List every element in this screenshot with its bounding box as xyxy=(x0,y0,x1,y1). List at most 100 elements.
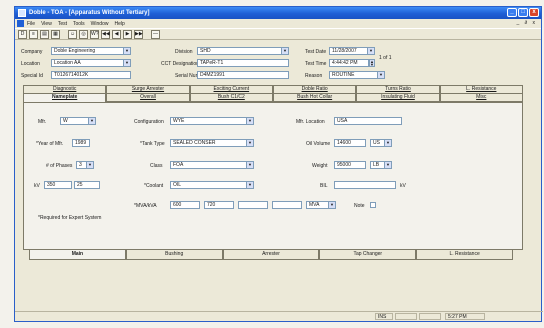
phases-dropdown[interactable]: 3 ▼ xyxy=(76,161,94,169)
tank-type-dropdown[interactable]: SEALED CONSER ▼ xyxy=(170,139,254,147)
tab-insulating-fluid[interactable]: Insulating Fluid xyxy=(356,93,440,102)
class-dropdown[interactable]: FOA ▼ xyxy=(170,161,254,169)
bil-field[interactable] xyxy=(334,181,396,189)
tab-main[interactable]: Main xyxy=(29,250,126,260)
menu-help[interactable]: Help xyxy=(114,21,124,27)
time-spinner[interactable]: ▲ ▼ xyxy=(369,59,375,67)
chevron-down-icon[interactable]: ▼ xyxy=(384,162,391,168)
oil-volume-unit-dropdown[interactable]: US ▼ xyxy=(370,139,392,147)
chevron-down-icon[interactable]: ▼ xyxy=(367,48,374,54)
menu-window[interactable]: Window xyxy=(91,21,109,27)
configuration-value: WYE xyxy=(173,118,185,124)
tab-l-resistance[interactable]: L. Resistance xyxy=(439,85,523,93)
window-controls: _ □ x xyxy=(507,8,539,17)
mdi-controls[interactable]: _ ∂ x xyxy=(516,20,537,26)
division-dropdown[interactable]: SHD ▼ xyxy=(197,47,289,55)
next-record-icon[interactable]: ▶ xyxy=(123,29,132,39)
chevron-down-icon[interactable]: ▼ xyxy=(377,72,384,78)
target-icon[interactable]: ◎ xyxy=(79,29,88,39)
location-dropdown[interactable]: Location AA ▼ xyxy=(51,59,131,67)
maximize-button[interactable]: □ xyxy=(518,8,528,17)
configuration-dropdown[interactable]: WYE ▼ xyxy=(170,117,254,125)
menu-view[interactable]: View xyxy=(41,21,52,27)
mva-unit-dropdown[interactable]: MVA ▼ xyxy=(306,201,336,209)
tab-diagnostic[interactable]: Diagnostic xyxy=(23,85,107,93)
tab-surge-arrester[interactable]: Surge Arrester xyxy=(106,85,190,93)
weight-unit: LB xyxy=(373,162,380,168)
tab-l-resistance-bottom[interactable]: L. Resistance xyxy=(416,250,513,260)
chevron-down-icon[interactable]: ▼ xyxy=(88,118,95,124)
chevron-down-icon[interactable]: ▼ xyxy=(246,118,253,124)
delete-icon[interactable]: — xyxy=(151,29,160,39)
menu-test[interactable]: Test xyxy=(58,21,67,27)
kv-field-1[interactable]: 350 xyxy=(44,181,72,189)
title-bar[interactable]: Doble - TOA - [Apparatus Without Tertiar… xyxy=(15,7,541,19)
minimize-button[interactable]: _ xyxy=(507,8,517,17)
coolant-dropdown[interactable]: OIL ▼ xyxy=(170,181,254,189)
special-id-field[interactable]: T0126714012K xyxy=(51,71,131,79)
new-icon[interactable]: D xyxy=(18,29,27,39)
help-icon[interactable]: W? xyxy=(90,29,99,39)
mva-field-4[interactable] xyxy=(272,201,302,209)
chevron-down-icon[interactable]: ▼ xyxy=(281,48,288,54)
user-icon[interactable]: ☺ xyxy=(68,29,77,39)
division-value: SHD xyxy=(200,48,211,54)
chevron-down-icon[interactable]: ▼ xyxy=(246,140,253,146)
menu-file[interactable]: File xyxy=(27,21,35,27)
mfr-value: W xyxy=(63,118,68,124)
reason-dropdown[interactable]: ROUTINE ▼ xyxy=(329,71,385,79)
chevron-down-icon[interactable]: ▼ xyxy=(123,48,130,54)
chevron-down-icon[interactable]: ▼ xyxy=(246,162,253,168)
mfr-dropdown[interactable]: W ▼ xyxy=(60,117,96,125)
mva-field-2[interactable]: 720 xyxy=(204,201,234,209)
cct-designation-field[interactable]: TAPeR-T1 xyxy=(197,59,289,67)
note-checkbox[interactable] xyxy=(370,202,376,208)
tab-exciting-current[interactable]: Exciting Current xyxy=(189,85,273,93)
note-label: Note xyxy=(354,203,365,209)
print-icon[interactable]: ▦ xyxy=(51,29,60,39)
chevron-down-icon[interactable]: ▼ xyxy=(328,202,335,208)
test-date-field[interactable]: 11/28/2007 ▼ xyxy=(329,47,375,55)
close-button[interactable]: x xyxy=(529,8,539,17)
mva-field-3[interactable] xyxy=(238,201,268,209)
tab-overall[interactable]: Overall xyxy=(106,93,190,102)
mva-field-1[interactable]: 600 xyxy=(170,201,200,209)
save-icon[interactable]: ▤ xyxy=(40,29,49,39)
tank-type-label: *Tank Type xyxy=(140,141,165,147)
oil-volume-label: Oil Volume xyxy=(306,141,331,147)
tab-doble-ratio[interactable]: Doble Ratio xyxy=(272,85,357,93)
chevron-down-icon[interactable]: ▼ xyxy=(123,60,130,66)
mfr-location-label: Mfr. Location xyxy=(296,119,325,125)
chevron-down-icon[interactable]: ▼ xyxy=(246,182,253,188)
oil-volume-field[interactable]: 14600 xyxy=(334,139,366,147)
tab-nameplate[interactable]: Nameplate xyxy=(23,93,107,102)
tab-arrester[interactable]: Arrester xyxy=(222,250,320,260)
tab-tap-changer[interactable]: Tap Changer xyxy=(319,250,417,260)
chevron-down-icon[interactable]: ▼ xyxy=(86,162,93,168)
serial-num-field[interactable]: D4MZ1991 xyxy=(197,71,289,79)
tab-bush-c1c2[interactable]: Bush C1/C2 xyxy=(189,93,273,102)
test-tabs-row: Diagnostic Surge Arrester Exciting Curre… xyxy=(23,85,523,93)
tab-misc[interactable]: Misc xyxy=(439,93,523,102)
prev-record-icon[interactable]: ◀ xyxy=(112,29,121,39)
mva-label: *MVA/kVA xyxy=(134,203,157,209)
toolbar-separator xyxy=(145,30,149,39)
menu-tools[interactable]: Tools xyxy=(73,21,85,27)
open-icon[interactable]: ≡ xyxy=(29,29,38,39)
chevron-down-icon[interactable]: ▼ xyxy=(384,140,391,146)
kv-field-2[interactable]: 25 xyxy=(74,181,100,189)
tab-bushing[interactable]: Bushing xyxy=(125,250,223,260)
test-date-label: Test Date xyxy=(305,49,327,55)
mfr-location-field[interactable]: USA xyxy=(334,117,402,125)
weight-unit-dropdown[interactable]: LB ▼ xyxy=(370,161,392,169)
tab-turns-ratio[interactable]: Turns Ratio xyxy=(356,85,440,93)
first-record-icon[interactable]: ◀◀ xyxy=(101,29,110,39)
company-dropdown[interactable]: Doble Engineering ▼ xyxy=(51,47,131,55)
document-icon[interactable] xyxy=(17,20,24,27)
test-time-field[interactable]: 4:44:42 PM xyxy=(329,59,369,67)
year-field[interactable]: 1989 xyxy=(72,139,90,147)
reason-value: ROUTINE xyxy=(332,72,355,78)
weight-field[interactable]: 95000 xyxy=(334,161,366,169)
last-record-icon[interactable]: ▶▶ xyxy=(134,29,143,39)
tab-bush-hot-collar[interactable]: Bush Hot Collar xyxy=(272,93,357,102)
